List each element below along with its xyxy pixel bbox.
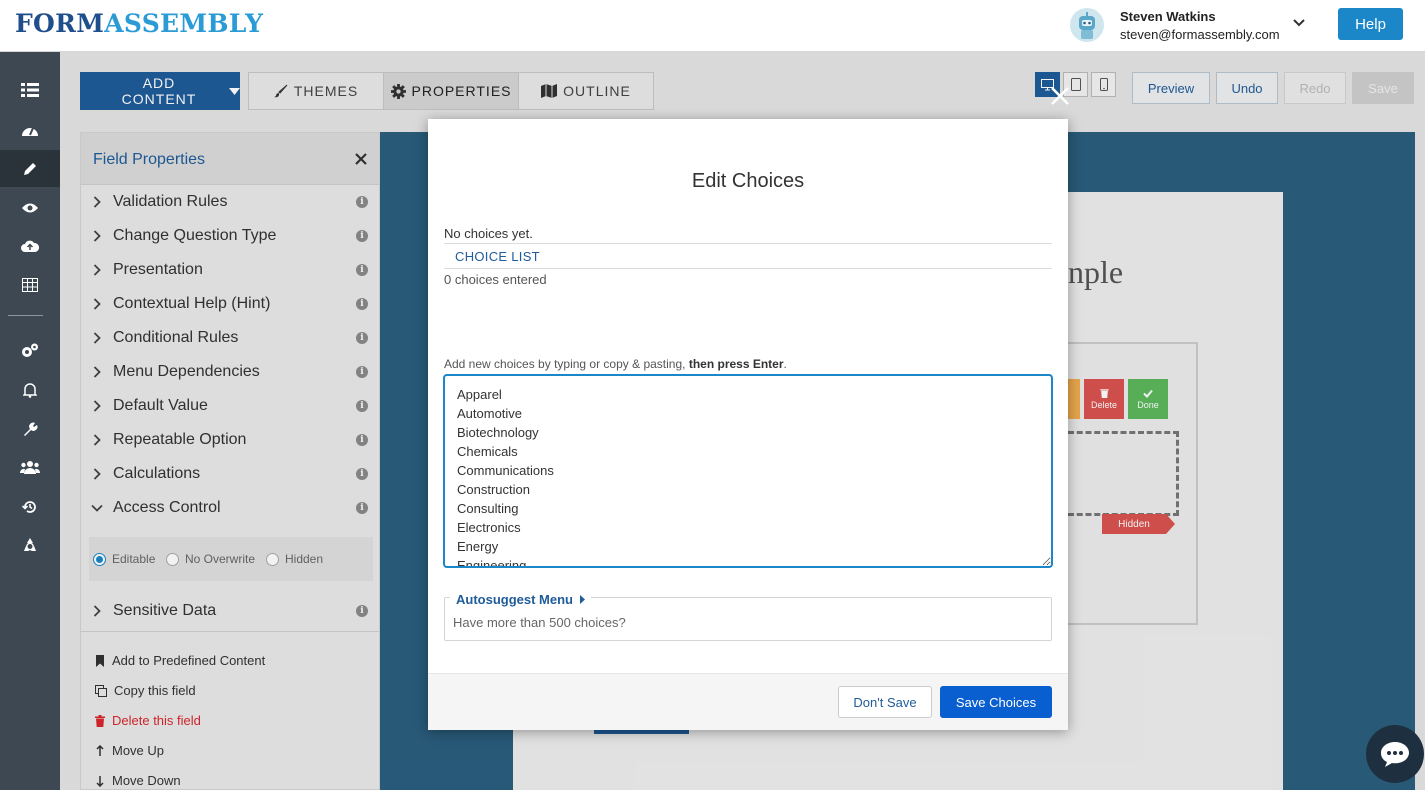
dashboard-icon[interactable] [0, 111, 60, 148]
bell-icon[interactable] [0, 371, 60, 408]
list-icon[interactable] [0, 71, 60, 108]
no-choices-text: No choices yet. [444, 226, 533, 241]
close-icon[interactable] [1048, 84, 1072, 108]
autosuggest-text: Have more than 500 choices? [453, 615, 626, 630]
gears-icon[interactable] [0, 332, 60, 369]
tab-choice-list[interactable]: CHOICE LIST [455, 249, 540, 264]
choices-textarea[interactable] [444, 375, 1052, 567]
eye-icon[interactable] [0, 189, 60, 226]
caret-right-icon [580, 595, 585, 604]
top-header: FORMASSEMBLY Steven Watkins steven@forma… [0, 0, 1425, 52]
cloud-upload-icon[interactable] [0, 227, 60, 264]
save-choices-button[interactable]: Save Choices [940, 686, 1052, 718]
chat-icon[interactable] [1366, 725, 1424, 783]
pencil-icon[interactable] [0, 150, 60, 187]
user-email: steven@formassembly.com [1120, 27, 1280, 42]
wrench-icon[interactable] [0, 410, 60, 447]
choices-hint: Add new choices by typing or copy & past… [444, 357, 787, 371]
chevron-down-icon[interactable] [1292, 18, 1306, 28]
left-nav [0, 52, 60, 790]
recycle-icon[interactable] [0, 526, 60, 563]
divider [444, 268, 1052, 269]
modal-title: Edit Choices [691, 170, 805, 192]
user-menu[interactable]: Steven Watkins steven@formassembly.com [1070, 6, 1315, 46]
help-button[interactable]: Help [1338, 8, 1403, 40]
formassembly-logo[interactable]: FORMASSEMBLY [15, 9, 263, 38]
user-name: Steven Watkins [1120, 9, 1216, 24]
nav-divider [8, 315, 43, 316]
table-icon[interactable] [0, 266, 60, 303]
history-icon[interactable] [0, 488, 60, 525]
users-icon[interactable] [0, 448, 60, 485]
dont-save-button[interactable]: Don't Save [838, 686, 932, 718]
avatar [1070, 8, 1104, 42]
modal-footer: Don't Save Save Choices [428, 673, 1068, 730]
choices-count: 0 choices entered [444, 272, 547, 287]
edit-choices-modal: Edit Choices No choices yet. CHOICE LIST… [428, 119, 1068, 730]
divider [444, 243, 1052, 244]
autosuggest-toggle[interactable]: Autosuggest Menu [450, 592, 591, 607]
